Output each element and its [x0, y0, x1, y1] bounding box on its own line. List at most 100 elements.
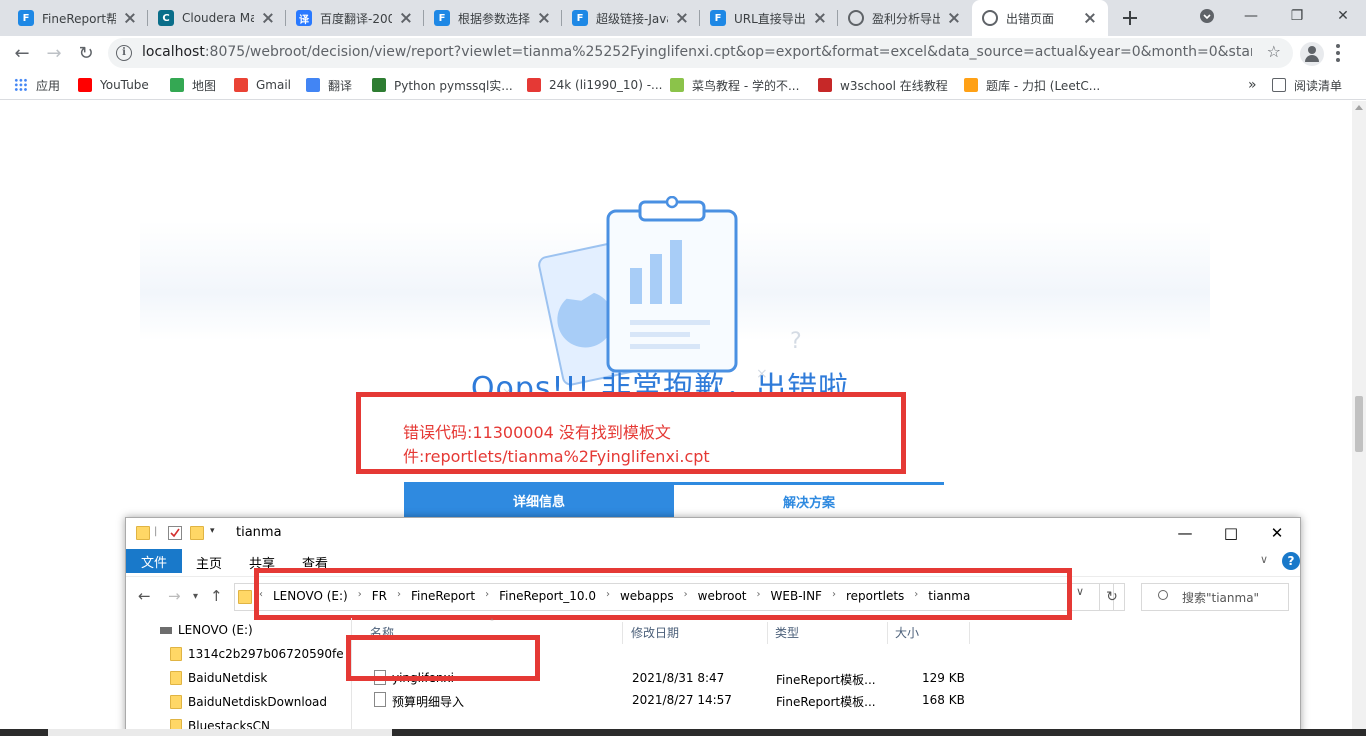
tab-close-icon[interactable] [122, 10, 138, 26]
column-divider[interactable] [969, 622, 970, 644]
bookmark-item[interactable]: 菜鸟教程 - 学的不... [670, 76, 799, 94]
ribbon-tab-home[interactable]: 主页 [196, 553, 222, 572]
forward-button[interactable]: → [40, 39, 68, 67]
new-tab-button[interactable] [1118, 6, 1142, 30]
address-dropdown-icon[interactable]: ∨ [1076, 585, 1084, 598]
explorer-search-input[interactable]: 搜索"tianma" [1141, 583, 1289, 611]
bookmark-item[interactable]: YouTube [78, 76, 149, 94]
nav-label: LENOVO (E:) [178, 623, 253, 637]
explorer-maximize-button[interactable]: □ [1208, 518, 1254, 548]
ribbon-expand-chevron-icon[interactable]: ∨ [1260, 553, 1268, 566]
ribbon-tab-file[interactable]: 文件 [126, 549, 182, 573]
profile-avatar[interactable] [1300, 42, 1324, 66]
bookmark-item[interactable]: 题库 - 力扣 (LeetC... [964, 76, 1100, 94]
bookmark-label: 24k (li1990_10) -... [549, 78, 663, 92]
browser-tab[interactable]: 译百度翻译-200 [286, 0, 424, 36]
file-highlight-box [346, 635, 540, 681]
recent-locations-icon[interactable]: ▾ [193, 591, 198, 602]
browser-tab[interactable]: C Cloudera Ma [148, 0, 286, 36]
tab-close-icon[interactable] [536, 10, 552, 26]
nav-folder-item[interactable]: 1314c2b297b06720590fe [170, 644, 344, 664]
tab-solution[interactable]: 解决方案 [674, 482, 944, 518]
column-divider[interactable] [622, 622, 623, 644]
restore-button[interactable]: ❐ [1274, 0, 1320, 32]
address-bar[interactable]: i localhost:8075/webroot/decision/view/r… [108, 38, 1293, 68]
tab-title: 百度翻译-200 [320, 11, 392, 26]
bookmark-item[interactable]: Python pymssql实... [372, 76, 513, 94]
folder-icon [170, 671, 182, 685]
explorer-up-icon[interactable]: ↑ [210, 587, 223, 605]
tab-title: 根据参数选择 [458, 11, 530, 26]
file-modified: 2021/8/31 8:47 [632, 671, 725, 685]
browser-tab[interactable]: 盈利分析导出 [838, 0, 972, 36]
explorer-close-button[interactable]: ✕ [1254, 518, 1300, 548]
file-row[interactable]: 预算明细导入 2021/8/27 14:57 FineReport模板... 168 … [364, 690, 984, 711]
browser-tab[interactable]: F FineReport帮 [8, 0, 148, 36]
bookmark-item[interactable]: w3school 在线教程 [818, 76, 948, 94]
scrollbar-thumb[interactable] [1355, 396, 1363, 452]
column-modified[interactable]: 修改日期 [631, 624, 679, 641]
bookmark-label: 地图 [192, 78, 217, 93]
column-type[interactable]: 类型 [775, 624, 799, 641]
close-window-button[interactable]: ✕ [1320, 0, 1366, 32]
tab-close-icon[interactable] [1082, 10, 1098, 26]
browser-menu-icon[interactable] [1336, 44, 1340, 62]
tab-close-icon[interactable] [260, 10, 276, 26]
tab-title: 出错页面 [1006, 11, 1055, 26]
bookmark-item[interactable]: 应用 [14, 76, 60, 94]
explorer-minimize-button[interactable]: — [1162, 518, 1208, 548]
site-info-icon[interactable]: i [116, 45, 132, 61]
error-message: 错误代码:11300004 没有找到模板文 件:reportlets/tianm… [403, 421, 710, 469]
runoob-icon [670, 78, 684, 92]
taskbar-search-box[interactable] [48, 729, 392, 736]
tab-close-icon[interactable] [674, 10, 690, 26]
explorer-forward-icon[interactable]: → [168, 587, 181, 605]
minimize-button[interactable]: — [1228, 0, 1274, 32]
nav-folder-item[interactable]: BaiduNetdiskDownload [170, 692, 327, 712]
back-button[interactable]: ← [8, 39, 36, 67]
explorer-refresh-button[interactable]: ↻ [1099, 583, 1125, 611]
title-separator: | [154, 526, 158, 537]
scroll-up-arrow-icon[interactable] [1355, 105, 1363, 110]
file-icon [374, 692, 386, 707]
browser-tab[interactable]: 出错页面 [972, 0, 1108, 36]
bookmark-label: YouTube [100, 78, 149, 92]
cloudera-icon: C [158, 10, 174, 26]
path-folder-icon [238, 590, 252, 604]
column-size[interactable]: 大小 [895, 624, 919, 641]
nav-folder-item[interactable]: BaiduNetdisk [170, 668, 267, 688]
bookmark-item[interactable]: 24k (li1990_10) -... [527, 76, 662, 94]
bookmark-item[interactable]: Gmail [234, 76, 291, 94]
nav-label: 1314c2b297b06720590fe [188, 647, 344, 661]
error-message-line1: 错误代码:11300004 没有找到模板文 [403, 423, 671, 442]
browser-tab[interactable]: F URL直接导出 [700, 0, 838, 36]
browser-tab[interactable]: F 超级链接-Java [562, 0, 700, 36]
tab-details[interactable]: 详细信息 [404, 482, 674, 518]
nav-drive-item[interactable]: LENOVO (E:) [160, 620, 253, 640]
c-green-icon [372, 78, 386, 92]
tab-search-icon[interactable] [1184, 0, 1230, 32]
tab-close-icon[interactable] [946, 10, 962, 26]
tab-close-icon[interactable] [398, 10, 414, 26]
bookmarks-bar: » 阅读清单 应用 YouTube 地图 Gmail 翻译 Python pymssql实… [0, 70, 1366, 100]
bookmark-label: 题库 - 力扣 (LeetC... [986, 78, 1101, 93]
help-icon[interactable]: ? [1282, 552, 1300, 570]
column-divider[interactable] [767, 622, 768, 644]
url-text[interactable]: localhost:8075/webroot/decision/view/rep… [142, 44, 1252, 60]
new-folder-icon[interactable] [190, 526, 204, 540]
tab-close-icon[interactable] [812, 10, 828, 26]
quick-access-dropdown-icon[interactable]: ▾ [210, 526, 224, 540]
bookmark-item[interactable]: 地图 [170, 76, 216, 94]
reload-button[interactable]: ↻ [72, 39, 100, 67]
reading-list-button[interactable]: 阅读清单 [1272, 76, 1342, 94]
explorer-back-icon[interactable]: ← [138, 587, 151, 605]
properties-icon[interactable] [168, 526, 182, 540]
browser-tab[interactable]: F 根据参数选择 [424, 0, 562, 36]
bookmark-star-icon[interactable]: ☆ [1267, 42, 1281, 61]
bookmarks-overflow-chevron[interactable]: » [1248, 76, 1257, 94]
column-divider[interactable] [887, 622, 888, 644]
nav-label: BaiduNetdiskDownload [188, 695, 328, 709]
explorer-title: tianma [236, 525, 282, 540]
bookmark-item[interactable]: 翻译 [306, 76, 352, 94]
page-scrollbar[interactable] [1352, 101, 1366, 736]
